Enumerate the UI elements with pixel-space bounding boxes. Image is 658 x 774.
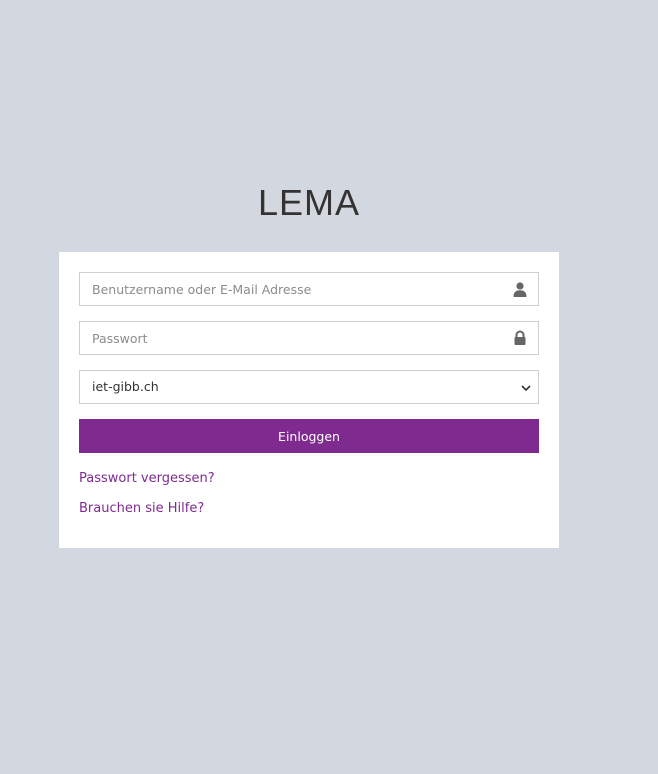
- username-input[interactable]: [80, 273, 502, 305]
- login-button[interactable]: Einloggen: [79, 419, 539, 453]
- lock-icon: [512, 330, 528, 346]
- domain-select[interactable]: iet-gibb.ch: [79, 370, 539, 404]
- domain-select-value: iet-gibb.ch: [92, 379, 159, 394]
- help-link[interactable]: Brauchen sie Hilfe?: [79, 501, 204, 517]
- login-card: iet-gibb.ch Einloggen Passwort vergessen…: [59, 252, 559, 548]
- password-field[interactable]: [79, 321, 539, 355]
- chevron-down-icon: [520, 381, 532, 393]
- page-title: LEMA: [257, 182, 361, 223]
- password-input[interactable]: [80, 322, 502, 354]
- user-icon: [512, 281, 528, 297]
- forgot-password-link[interactable]: Passwort vergessen?: [79, 471, 215, 487]
- username-field[interactable]: [79, 272, 539, 306]
